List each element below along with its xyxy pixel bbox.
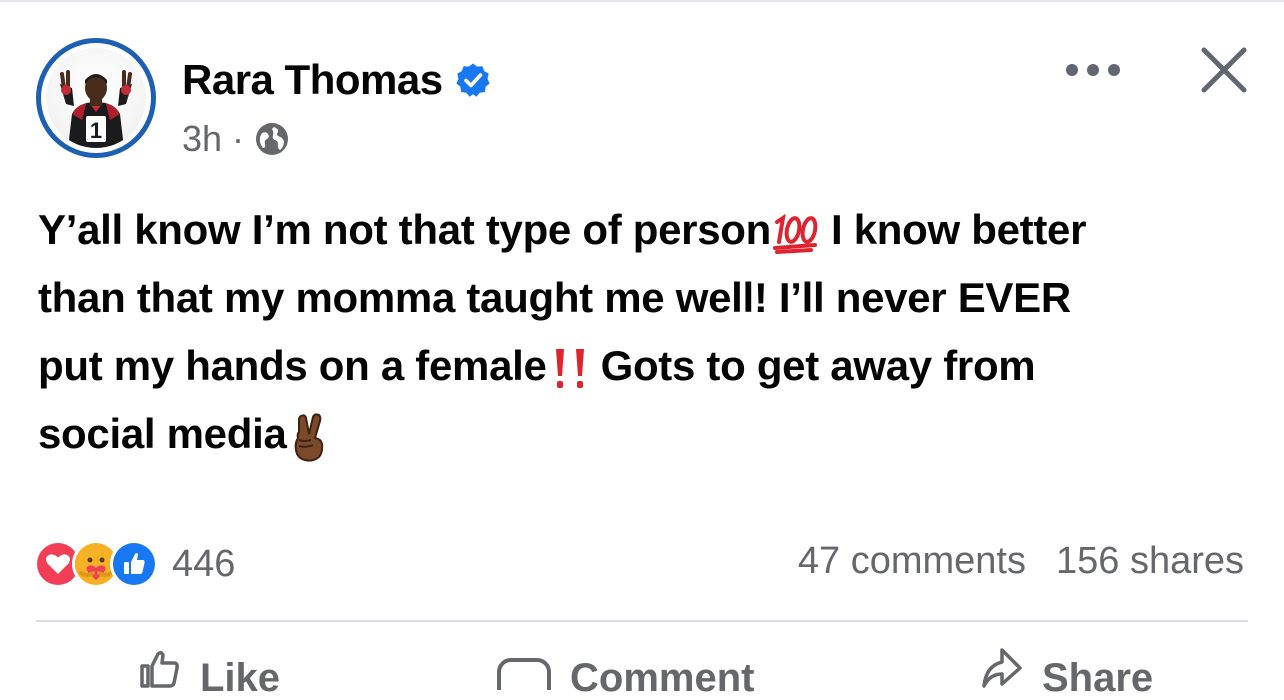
comments-count[interactable]: 47 comments	[798, 540, 1026, 583]
more-options-icon[interactable]	[1066, 60, 1120, 80]
engagement-stats: 47 comments 156 shares	[798, 540, 1244, 583]
share-label: Share	[1042, 656, 1154, 700]
divider	[36, 620, 1248, 622]
top-border	[0, 0, 1284, 2]
post-line-4: social media	[38, 400, 1258, 468]
post-text-segment: social media	[38, 410, 287, 457]
profile-avatar[interactable]: 1	[36, 38, 156, 158]
verified-badge-icon	[455, 63, 490, 97]
author-name[interactable]: Rara Thomas	[182, 56, 443, 104]
more-dot	[1087, 64, 1099, 76]
post-time[interactable]: 3h	[182, 118, 222, 160]
post-text-segment: Y’all know I’m not that type of person	[38, 206, 771, 253]
reaction-count: 446	[172, 542, 236, 585]
like-label: Like	[200, 656, 281, 700]
post-line-3: put my hands on a female Gots to get awa…	[38, 332, 1258, 400]
author-row: Rara Thomas	[182, 56, 491, 104]
post-text-segment: put my hands on a female	[38, 342, 547, 389]
victory-hand-emoji-icon	[294, 413, 323, 462]
comment-button[interactable]: Comment	[496, 646, 754, 698]
post-meta: 3h ·	[182, 118, 290, 160]
comment-outline-icon	[497, 658, 551, 690]
close-icon[interactable]	[1198, 44, 1250, 96]
action-bar: Like Comment Share	[0, 646, 1284, 698]
like-icon	[110, 540, 158, 588]
more-dot	[1108, 64, 1120, 76]
meta-separator: ·	[232, 118, 245, 159]
post-text-segment: I know better	[831, 206, 1087, 253]
post-line-1: Y’all know I’m not that type of person I…	[38, 196, 1258, 264]
more-dot	[1066, 64, 1078, 76]
post-text-segment: than that my momma taught me well! I’ll …	[38, 274, 1071, 321]
svg-text:1: 1	[90, 118, 102, 143]
post-line-2: than that my momma taught me well! I’ll …	[38, 264, 1258, 332]
like-outline-icon	[140, 650, 179, 688]
post-body: Y’all know I’m not that type of person I…	[38, 196, 1258, 468]
like-button[interactable]: Like	[138, 646, 280, 698]
share-button[interactable]: Share	[980, 646, 1153, 698]
globe-icon	[256, 123, 289, 155]
comment-label: Comment	[570, 656, 755, 700]
shares-count[interactable]: 156 shares	[1056, 540, 1244, 583]
double-exclamation-emoji-icon	[555, 348, 584, 388]
reactions-summary[interactable]: 446	[34, 538, 235, 590]
hundred-points-emoji-icon	[773, 213, 818, 254]
share-outline-icon	[982, 648, 1022, 688]
avatar-photo: 1	[46, 48, 146, 148]
post-text-segment: Gots to get away from	[600, 342, 1036, 389]
